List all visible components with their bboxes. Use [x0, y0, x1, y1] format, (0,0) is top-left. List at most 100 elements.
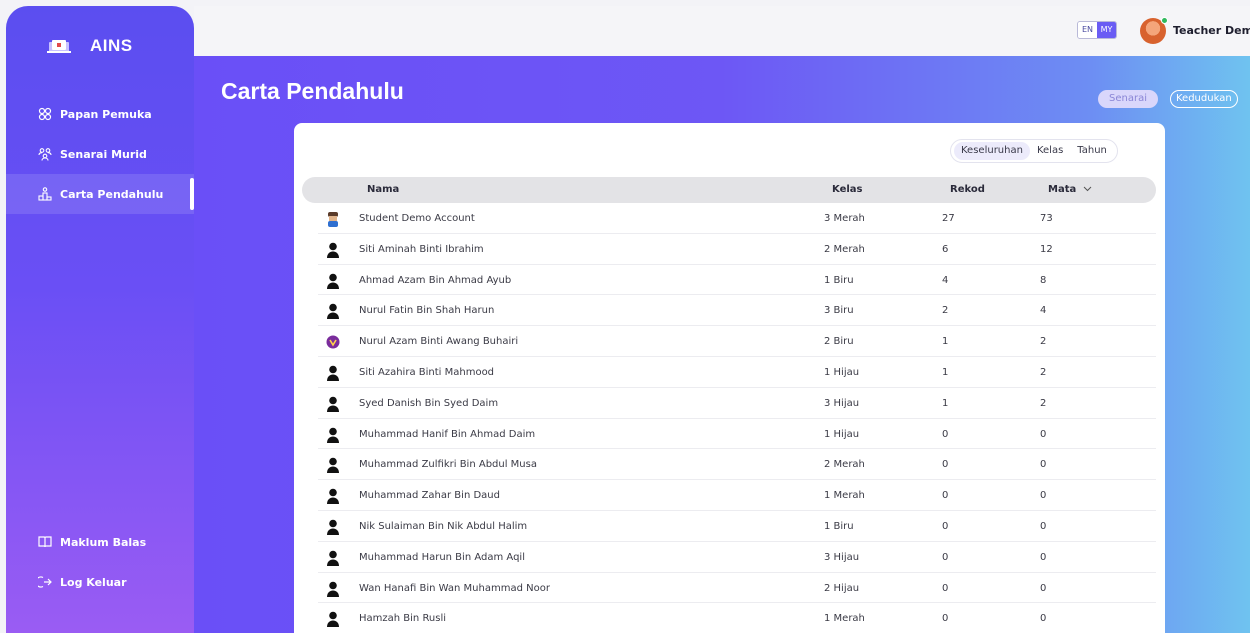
student-name: Syed Danish Bin Syed Daim [359, 397, 499, 409]
student-records: 4 [942, 274, 949, 286]
table-row[interactable]: Nurul Fatin Bin Shah Harun 3 Biru 2 4 [318, 295, 1156, 327]
table-row[interactable]: Wan Hanafi Bin Wan Muhammad Noor 2 Hijau 0… [318, 573, 1156, 604]
leaderboard-rows: Student Demo Account 3 Merah 27 73 Siti Amin… [318, 203, 1156, 633]
sidebar-item-label: Carta Pendahulu [60, 187, 164, 201]
sidebar-item-carta-pendahulu[interactable]: Carta Pendahulu [6, 174, 194, 214]
student-records: 27 [942, 213, 955, 224]
student-records: 0 [942, 428, 949, 440]
student-points: 0 [1040, 459, 1047, 471]
students-icon [38, 148, 52, 161]
student-records: 0 [942, 613, 949, 625]
student-class: 3 Hijau [824, 551, 860, 563]
sidebar-item-papan-pemuka[interactable]: Papan Pemuka [6, 94, 194, 134]
student-name: Nurul Fatin Bin Shah Harun [359, 305, 495, 317]
student-records: 0 [942, 520, 949, 532]
top-bar: EN MY Teacher Demo [194, 6, 1250, 56]
table-row[interactable]: Ahmad Azam Bin Ahmad Ayub 1 Biru 4 8 [318, 265, 1156, 296]
table-row[interactable]: Nurul Azam Binti Awang Buhairi 2 Biru 1 2 [318, 326, 1156, 357]
student-class: 1 Hijau [824, 366, 860, 378]
student-records: 0 [942, 459, 949, 471]
table-row[interactable]: Syed Danish Bin Syed Daim 3 Hijau 1 2 [318, 388, 1156, 419]
student-points: 2 [1040, 336, 1047, 348]
senarai-view-button[interactable]: Senarai [1098, 90, 1158, 108]
lang-my-button[interactable]: MY [1097, 22, 1116, 38]
default-user-icon [326, 581, 340, 597]
student-name: Muhammad Zulfikri Bin Abdul Musa [359, 459, 537, 471]
student-class: 1 Hijau [824, 428, 860, 440]
student-records: 0 [942, 490, 949, 502]
logout-icon [38, 576, 52, 588]
book-icon [38, 536, 52, 548]
student-points: 2 [1040, 366, 1047, 378]
default-user-icon [326, 550, 340, 566]
student-name: Siti Azahira Binti Mahmood [359, 366, 495, 378]
student-points: 0 [1040, 490, 1047, 502]
column-header-kelas[interactable]: Kelas [832, 184, 862, 195]
sidebar: AINS Papan Pemuka Senarai Murid Carta Pe… [6, 6, 194, 633]
sidebar-item-maklum-balas[interactable]: Maklum Balas [6, 522, 194, 562]
student-class: 3 Biru [824, 305, 854, 317]
table-row[interactable]: Muhammad Zahar Bin Daud 1 Merah 0 0 [318, 480, 1156, 511]
table-row[interactable]: Nik Sulaiman Bin Nik Abdul Halim 1 Biru 0 0 [318, 511, 1156, 542]
student-class: 1 Biru [824, 274, 854, 286]
student-name: Nurul Azam Binti Awang Buhairi [359, 336, 519, 348]
lang-en-button[interactable]: EN [1078, 22, 1097, 38]
user-name[interactable]: Teacher Demo [1173, 24, 1250, 37]
table-header: Nama Kelas Rekod Mata [302, 177, 1156, 203]
table-row[interactable]: Siti Aminah Binti Ibrahim 2 Merah 6 12 [318, 234, 1156, 265]
app-logo-icon [46, 38, 72, 54]
main-content: Carta Pendahulu Senarai Kedudukan Keselu… [194, 56, 1250, 633]
student-name: Muhammad Hanif Bin Ahmad Daim [359, 428, 536, 440]
student-records: 2 [942, 305, 949, 317]
app-name: AINS [90, 36, 133, 55]
column-header-mata-label: Mata [1048, 184, 1077, 195]
student-class: 3 Hijau [824, 397, 860, 409]
table-row[interactable]: Muhammad Harun Bin Adam Aqil 3 Hijau 0 0 [318, 542, 1156, 573]
scope-filter: Keseluruhan Kelas Tahun [950, 139, 1118, 163]
student-class: 3 Merah [824, 213, 865, 224]
default-user-icon [326, 365, 340, 381]
student-class: 2 Biru [824, 336, 854, 348]
student-class: 1 Merah [824, 613, 865, 625]
filter-keseluruhan[interactable]: Keseluruhan [954, 142, 1030, 160]
table-row[interactable]: Muhammad Zulfikri Bin Abdul Musa 2 Merah 0… [318, 449, 1156, 481]
student-name: Muhammad Harun Bin Adam Aqil [359, 551, 525, 563]
default-user-icon [326, 242, 340, 258]
column-header-nama[interactable]: Nama [367, 184, 399, 195]
student-records: 0 [942, 551, 949, 563]
filter-kelas[interactable]: Kelas [1030, 142, 1070, 160]
table-row[interactable]: Muhammad Hanif Bin Ahmad Daim 1 Hijau 0 0 [318, 419, 1156, 450]
student-name: Muhammad Zahar Bin Daud [359, 490, 500, 502]
sidebar-item-label: Senarai Murid [60, 147, 147, 161]
sidebar-nav: Papan Pemuka Senarai Murid Carta Pendahu… [6, 94, 194, 214]
student-class: 1 Merah [824, 490, 865, 502]
default-user-icon [326, 273, 340, 289]
sidebar-item-label: Log Keluar [60, 575, 127, 589]
student-points: 0 [1040, 582, 1047, 594]
sidebar-item-label: Maklum Balas [60, 535, 147, 549]
table-row[interactable]: Siti Azahira Binti Mahmood 1 Hijau 1 2 [318, 357, 1156, 388]
custom-avatar-2 [326, 334, 340, 350]
student-class: 1 Biru [824, 520, 854, 532]
column-header-mata[interactable]: Mata [1048, 184, 1092, 195]
default-user-icon [326, 457, 340, 474]
table-row[interactable]: Student Demo Account 3 Merah 27 73 [318, 203, 1156, 234]
student-points: 2 [1040, 397, 1047, 409]
student-class: 2 Merah [824, 243, 865, 255]
brand[interactable]: AINS [46, 36, 133, 56]
student-records: 1 [942, 366, 949, 378]
sidebar-item-senarai-murid[interactable]: Senarai Murid [6, 134, 194, 174]
student-points: 8 [1040, 274, 1047, 286]
dashboard-icon [38, 107, 52, 121]
student-points: 0 [1040, 428, 1047, 440]
table-row[interactable]: Hamzah Bin Rusli 1 Merah 0 0 [318, 603, 1156, 633]
filter-tahun[interactable]: Tahun [1070, 142, 1114, 160]
kedudukan-view-button[interactable]: Kedudukan [1170, 90, 1238, 108]
student-records: 1 [942, 336, 949, 348]
student-name: Wan Hanafi Bin Wan Muhammad Noor [359, 582, 550, 594]
page-title: Carta Pendahulu [221, 78, 404, 104]
column-header-rekod[interactable]: Rekod [950, 184, 985, 195]
custom-avatar-1 [326, 211, 340, 227]
sidebar-item-log-keluar[interactable]: Log Keluar [6, 562, 194, 602]
default-user-icon [326, 303, 340, 320]
